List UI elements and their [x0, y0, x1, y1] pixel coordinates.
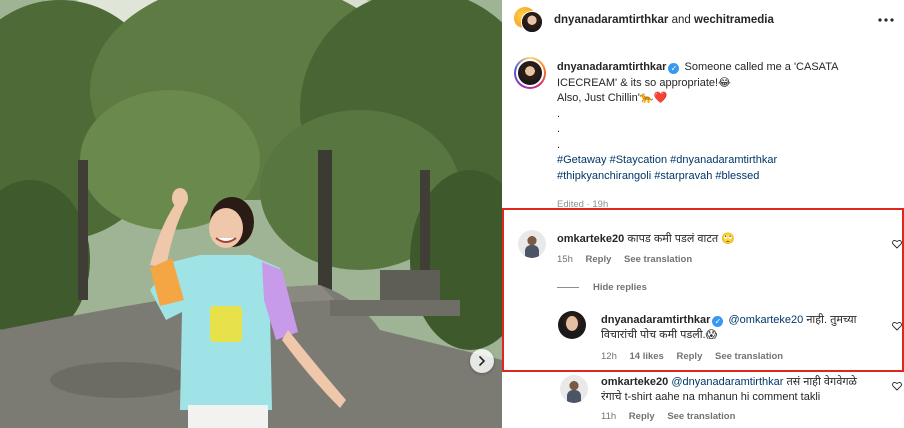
photo-scene [0, 0, 502, 428]
post-header-users: dnyanadaramtirthkar and wechitramedia [554, 14, 774, 26]
reply-text: dnyanadaramtirthkar ✓ @omkarteke20 नाही. … [601, 313, 886, 343]
reply-text: omkarteke20 @dnyanadaramtirthkar तसं नाह… [601, 375, 886, 405]
next-photo-button[interactable] [470, 349, 494, 373]
reply-username[interactable]: omkarteke20 [601, 376, 668, 388]
header-author-link[interactable]: dnyanadaramtirthkar [554, 14, 668, 26]
post-header: dnyanadaramtirthkar and wechitramedia [502, 0, 904, 44]
reply-body-2: रंगाचे t-shirt aahe na mhanun hi comment… [601, 391, 821, 403]
reply-author-avatar[interactable] [558, 311, 586, 339]
reply-body-1: तसं नाही वेगवेगळे [786, 376, 857, 388]
caption-hashtags-2[interactable]: #thipkyanchirangoli #starpravah #blessed [557, 169, 887, 185]
reply-commenter-avatar[interactable] [560, 375, 588, 403]
reply-mention[interactable]: @dnyanadaramtirthkar [671, 376, 783, 388]
comment-reply-button[interactable]: Reply [586, 254, 612, 265]
comment-time: 15h [557, 254, 573, 265]
reply-likes[interactable]: 14 likes [630, 351, 664, 362]
comment-text: omkarteke20 कापड कमी पडलं वाटत 🙄 [557, 232, 882, 247]
reply-meta: 12h 14 likes Reply See translation [601, 351, 793, 362]
reply-reply-button[interactable]: Reply [676, 351, 702, 362]
reply-username[interactable]: dnyanadaramtirthkar [601, 314, 710, 326]
comment-see-translation[interactable]: See translation [624, 254, 692, 265]
caption-dot: . [557, 123, 561, 135]
hide-replies-button[interactable]: Hide replies [557, 282, 647, 293]
caption-edited-time: Edited · 19h [557, 199, 609, 210]
caption-username[interactable]: dnyanadaramtirthkar [557, 61, 666, 73]
heart-icon[interactable] [892, 381, 902, 391]
post-photo[interactable] [0, 0, 502, 428]
caption-text-2: Also, Just Chillin'🐆❤️ [557, 92, 668, 104]
reply-meta: 11h Reply See translation [601, 411, 745, 422]
caption-author-avatar[interactable] [514, 57, 546, 89]
post-side-panel: dnyanadaramtirthkar and wechitramedia dn… [502, 0, 904, 428]
verified-badge-icon: ✓ [712, 316, 724, 327]
reply-body-1: नाही. तुमच्या [806, 314, 857, 326]
heart-icon[interactable] [892, 239, 902, 249]
chevron-right-icon [479, 356, 486, 366]
comment-meta: 15h Reply See translation [557, 254, 702, 265]
more-options-icon[interactable] [876, 12, 896, 28]
reply-see-translation[interactable]: See translation [715, 351, 783, 362]
reply-mention[interactable]: @omkarteke20 [729, 314, 804, 326]
header-and-text: and [671, 14, 691, 26]
comment-body: कापड कमी पडलं वाटत 🙄 [627, 233, 735, 245]
reply-body-2: विचारांची पोच कमी पडली.😱 [601, 329, 718, 341]
verified-badge-icon: ✓ [668, 63, 680, 74]
heart-icon[interactable] [892, 321, 902, 331]
reply-reply-button[interactable]: Reply [629, 411, 655, 422]
hide-replies-label: Hide replies [593, 282, 647, 293]
post-caption: dnyanadaramtirthkar ✓ Someone called me a… [557, 60, 887, 184]
header-collab-link[interactable]: wechitramedia [694, 14, 774, 26]
reply-see-translation[interactable]: See translation [667, 411, 735, 422]
comment-username[interactable]: omkarteke20 [557, 233, 624, 245]
reply-time: 12h [601, 351, 617, 362]
divider-line [557, 287, 579, 288]
author-avatar[interactable] [521, 11, 543, 33]
caption-dot: . [557, 107, 561, 120]
caption-dot: . [557, 138, 561, 151]
commenter-avatar[interactable] [518, 230, 546, 258]
caption-hashtags-1[interactable]: #Getaway #Staycation #dnyanadaramtirthka… [557, 153, 887, 169]
reply-time: 11h [601, 411, 617, 422]
